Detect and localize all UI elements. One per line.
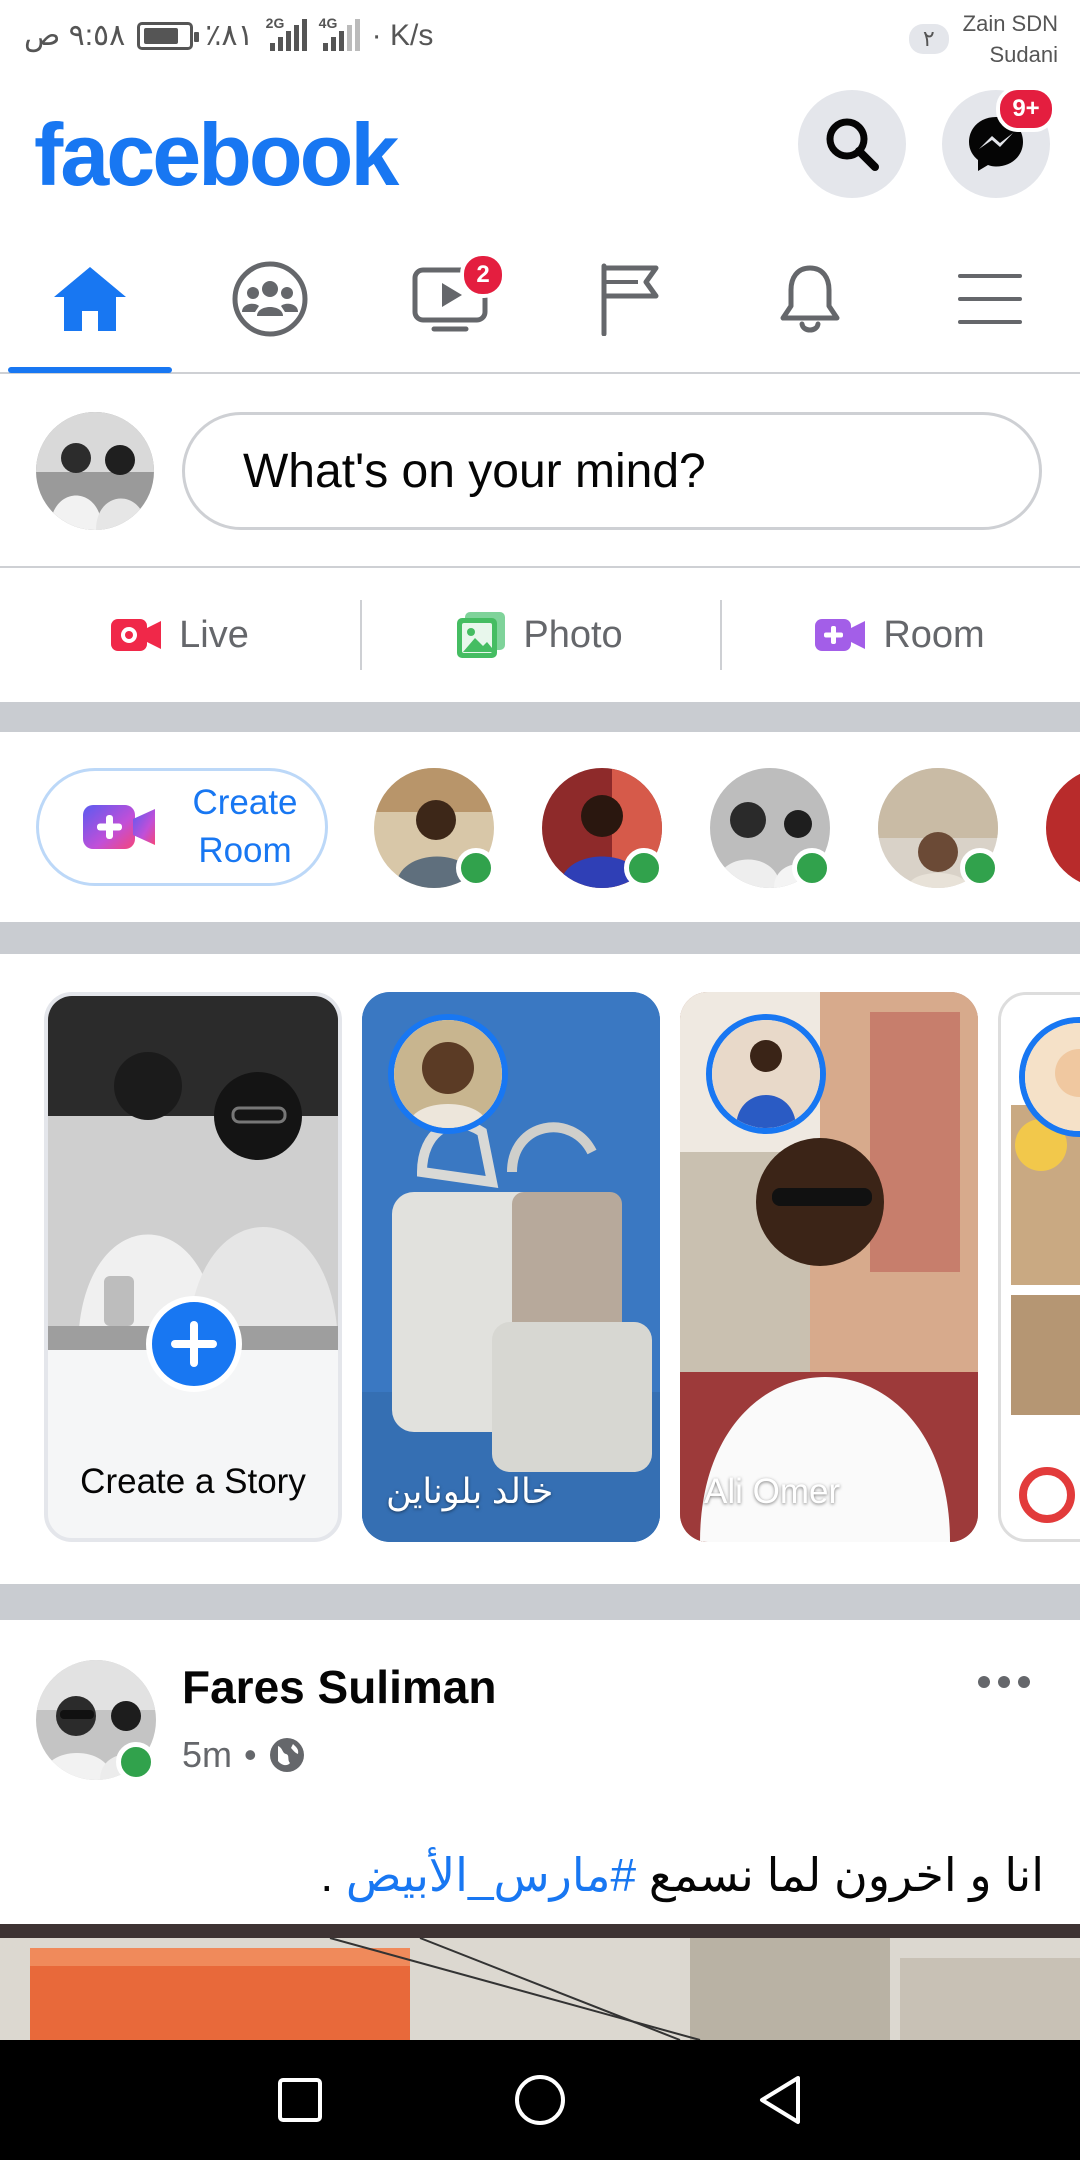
facebook-logo[interactable]: facebook — [34, 104, 399, 206]
create-story-label: Create a Story — [80, 1462, 306, 1501]
search-button[interactable] — [798, 90, 906, 198]
app-header: facebook 9+ — [0, 76, 1080, 226]
post-author-name[interactable]: Fares Suliman — [182, 1660, 496, 1714]
live-video-icon — [111, 619, 162, 651]
status-left: ٩:٥٨ ص ٪٨١ 2G 4G · K/s — [24, 15, 434, 53]
sim-indicator: ٢ — [908, 24, 949, 54]
rooms-bar: Create Room — [0, 732, 1080, 922]
photo-label: Photo — [523, 613, 623, 656]
photo-icon — [457, 612, 506, 658]
status-right: ٢ Zain SDN Sudani — [908, 8, 1058, 70]
groups-icon — [232, 261, 308, 337]
story-card[interactable]: Ali Omer — [680, 992, 978, 1542]
room-label: Room — [883, 613, 985, 656]
online-indicator — [116, 1742, 156, 1782]
post-image[interactable] — [0, 1924, 1080, 2040]
post-more-button[interactable] — [978, 1676, 1030, 1688]
story-avatar — [388, 1014, 508, 1134]
post-meta: 5m • — [182, 1734, 305, 1776]
photo-button[interactable]: Photo — [360, 568, 720, 702]
composer-actions: Live Photo Room — [0, 568, 1080, 702]
user-avatar[interactable] — [36, 412, 154, 530]
room-friend[interactable] — [1046, 768, 1080, 888]
room-friend[interactable] — [374, 768, 496, 888]
online-indicator — [624, 848, 664, 888]
room-button[interactable]: Room — [720, 568, 1080, 702]
clock: ٩:٥٨ ص — [24, 19, 126, 52]
section-divider — [0, 1584, 1080, 1620]
battery-level: ٪٨١ — [205, 19, 254, 52]
tab-home[interactable] — [0, 226, 180, 373]
globe-icon — [269, 1738, 304, 1772]
home-nav-button[interactable] — [500, 2070, 580, 2130]
signal-2g-icon: 2G — [266, 15, 307, 51]
online-indicator — [456, 848, 496, 888]
menu-icon — [958, 274, 1022, 324]
square-icon — [278, 2078, 322, 2122]
messenger-badge: 9+ — [996, 86, 1056, 132]
watch-badge: 2 — [460, 252, 506, 298]
live-label: Live — [179, 613, 249, 656]
circle-icon — [515, 2075, 565, 2125]
carrier-name: Zain SDN Sudani — [962, 11, 1058, 67]
battery-icon — [137, 21, 200, 50]
feed-post: Fares Suliman 5m • انا و اخرون لما نسمع … — [0, 1620, 1080, 2040]
back-button[interactable] — [740, 2070, 820, 2130]
story-author: خالد بلوناين — [386, 1472, 554, 1511]
create-room-label: Create Room — [192, 783, 298, 870]
back-triangle-icon — [760, 2076, 800, 2124]
network-speed: · K/s — [371, 18, 434, 52]
stories-tray: Create a Story خالد بلوناين Ali Omer — [0, 954, 1080, 1584]
recents-button[interactable] — [260, 2070, 340, 2130]
tab-watch[interactable]: 2 — [360, 226, 540, 372]
home-icon — [54, 267, 126, 331]
online-indicator — [792, 848, 832, 888]
story-avatar — [706, 1014, 826, 1134]
create-room-icon — [83, 805, 155, 849]
section-divider — [0, 702, 1080, 732]
plus-icon — [171, 1321, 217, 1367]
main-tabs: 2 — [0, 226, 1080, 374]
signal-4g-icon: 4G — [319, 15, 360, 51]
story-author: Ali Omer — [704, 1472, 841, 1511]
post-time[interactable]: 5m — [182, 1734, 232, 1776]
create-room-button[interactable]: Create Room — [36, 768, 328, 886]
room-friend[interactable] — [710, 768, 832, 888]
whats-on-your-mind-input[interactable]: What's on your mind? — [182, 412, 1042, 530]
story-card[interactable] — [998, 992, 1080, 1542]
hashtag-link[interactable]: #مارس_الأبيض — [346, 1849, 636, 1901]
post-composer: What's on your mind? — [0, 374, 1080, 568]
add-story-button[interactable] — [146, 1296, 242, 1392]
section-divider — [0, 922, 1080, 954]
room-icon — [815, 619, 866, 651]
room-friend[interactable] — [878, 768, 1000, 888]
online-indicator — [960, 848, 1000, 888]
meta-separator: • — [244, 1734, 257, 1775]
system-navigation-bar — [0, 2040, 1080, 2160]
tab-menu[interactable] — [900, 226, 1080, 372]
post-text: انا و اخرون لما نسمع #مارس_الأبيض . — [320, 1849, 1044, 1901]
room-friend[interactable] — [542, 768, 664, 888]
flag-icon — [601, 263, 659, 336]
search-icon — [826, 118, 879, 171]
bell-icon — [780, 265, 840, 333]
tab-pages[interactable] — [540, 226, 720, 372]
create-story-card[interactable]: Create a Story — [44, 992, 342, 1542]
tab-groups[interactable] — [180, 226, 360, 372]
live-button[interactable]: Live — [0, 568, 360, 702]
story-card[interactable]: خالد بلوناين — [362, 992, 660, 1542]
tab-notifications[interactable] — [720, 226, 900, 372]
friend-avatar — [1046, 768, 1080, 888]
messenger-button[interactable]: 9+ — [942, 86, 1056, 198]
status-bar: ٩:٥٨ ص ٪٨١ 2G 4G · K/s ٢ Zain SDN Sudani — [0, 0, 1080, 76]
